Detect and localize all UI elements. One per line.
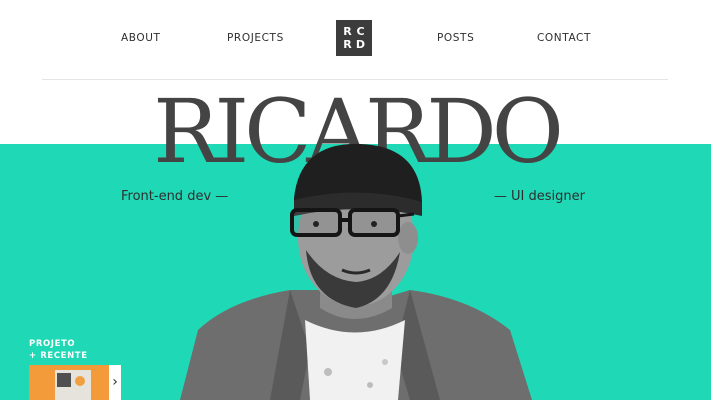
nav-contact-link[interactable]: CONTACT bbox=[537, 32, 591, 44]
logo-letter: D bbox=[355, 38, 366, 51]
nav-about-link[interactable]: ABOUT bbox=[121, 32, 161, 44]
thumbnail-dot bbox=[75, 376, 85, 386]
logo-letter: C bbox=[356, 25, 365, 38]
portrait-photo bbox=[180, 143, 532, 400]
recent-label-line1: PROJETO bbox=[29, 339, 76, 349]
chevron-right-icon[interactable]: › bbox=[109, 365, 121, 400]
site-logo[interactable]: R C R D bbox=[336, 20, 372, 56]
recent-project-thumbnail[interactable] bbox=[29, 365, 109, 400]
nav-projects-link[interactable]: PROJECTS bbox=[227, 32, 284, 44]
logo-letter: R bbox=[343, 38, 352, 51]
thumbnail-graphic bbox=[57, 373, 71, 387]
recent-project-label: PROJETO + RECENTE bbox=[29, 338, 88, 362]
recent-label-line2: + RECENTE bbox=[29, 351, 88, 361]
logo-letter: R bbox=[343, 25, 352, 38]
nav-posts-link[interactable]: POSTS bbox=[437, 32, 474, 44]
thumbnail-image bbox=[55, 370, 91, 400]
